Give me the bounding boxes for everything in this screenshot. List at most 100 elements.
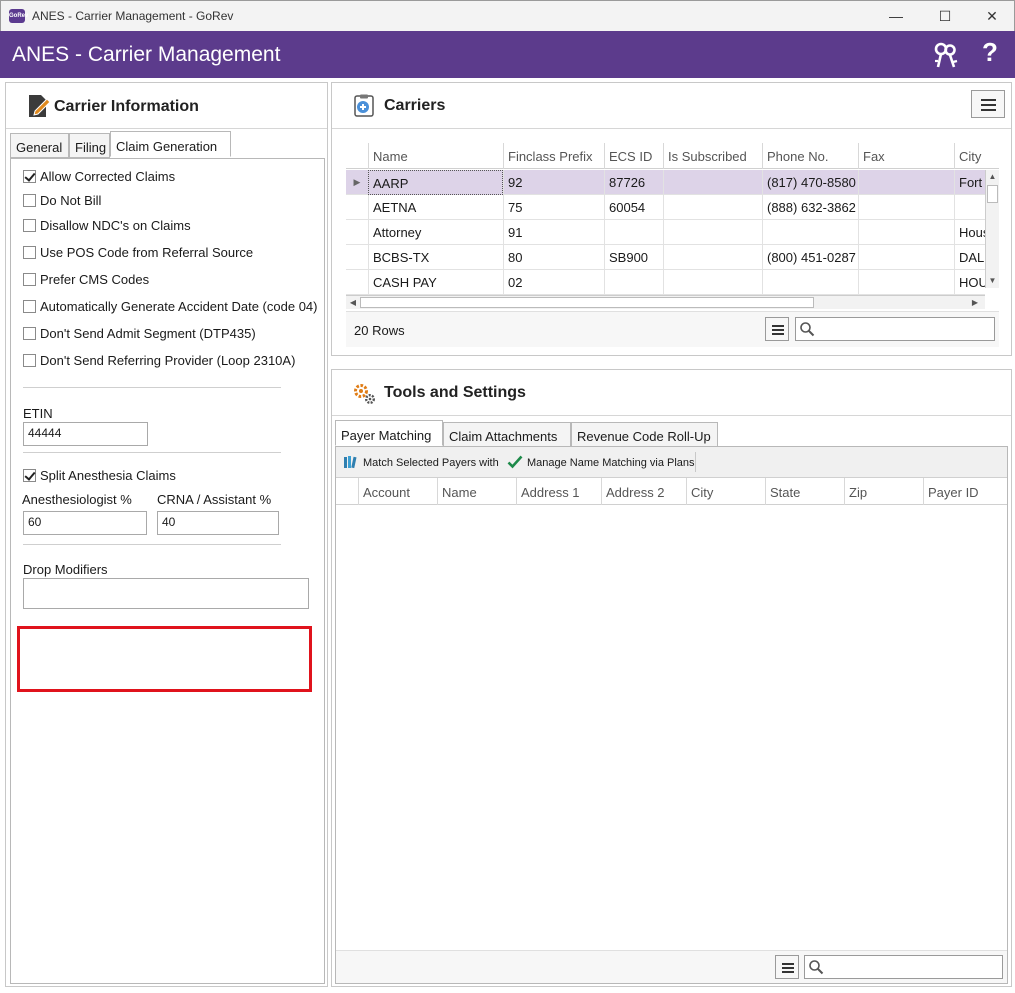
checkbox[interactable]: [23, 469, 36, 482]
table-cell[interactable]: [604, 270, 663, 295]
scroll-thumb[interactable]: [360, 297, 814, 308]
table-cell[interactable]: [858, 270, 954, 295]
tab-filing[interactable]: Filing: [69, 133, 110, 158]
table-row[interactable]: AETNA 75 60054 (888) 632-3862: [346, 195, 985, 220]
table-cell[interactable]: 91: [503, 220, 604, 245]
minimize-button[interactable]: —: [881, 5, 911, 27]
table-cell[interactable]: 92: [503, 170, 604, 195]
horizontal-scrollbar[interactable]: ◀ ▶: [346, 295, 985, 309]
column-header-account[interactable]: Account: [358, 478, 437, 505]
table-cell[interactable]: [858, 220, 954, 245]
column-header-name[interactable]: Name: [437, 478, 516, 505]
table-cell[interactable]: SB900: [604, 245, 663, 270]
option-do-not-bill[interactable]: Do Not Bill: [23, 193, 101, 211]
column-header-city[interactable]: City: [954, 143, 999, 169]
table-cell[interactable]: 80: [503, 245, 604, 270]
tab-general[interactable]: General: [10, 133, 69, 158]
scroll-right-icon[interactable]: ▶: [968, 296, 982, 309]
crna-field[interactable]: 40: [157, 511, 279, 535]
checkbox[interactable]: [23, 246, 36, 259]
option-use-pos-code[interactable]: Use POS Code from Referral Source: [23, 245, 253, 263]
carriers-search-input[interactable]: [818, 320, 990, 338]
table-cell[interactable]: 87726: [604, 170, 663, 195]
column-header-state[interactable]: State: [765, 478, 844, 505]
table-cell[interactable]: [954, 195, 985, 220]
match-selected-payers-button[interactable]: Match Selected Payers with: [343, 452, 499, 472]
checkbox[interactable]: [23, 170, 36, 183]
option-dont-send-admit[interactable]: Don't Send Admit Segment (DTP435): [23, 326, 256, 344]
checkbox[interactable]: [23, 219, 36, 232]
help-icon[interactable]: ?: [982, 37, 998, 68]
checkbox[interactable]: [23, 300, 36, 313]
table-cell[interactable]: (800) 451-0287: [762, 245, 858, 270]
carriers-grid-menu-button[interactable]: [765, 317, 789, 341]
table-cell[interactable]: 75: [503, 195, 604, 220]
etin-field[interactable]: 44444: [23, 422, 148, 446]
table-cell[interactable]: [858, 170, 954, 195]
checkbox[interactable]: [23, 273, 36, 286]
table-cell[interactable]: [604, 220, 663, 245]
column-header-name[interactable]: Name: [368, 143, 503, 169]
anesthesiologist-field[interactable]: 60: [23, 511, 147, 535]
table-cell[interactable]: DALLAS: [954, 245, 985, 270]
checkbox[interactable]: [23, 354, 36, 367]
payer-search-box[interactable]: [804, 955, 1003, 979]
vertical-scrollbar[interactable]: ▲ ▼: [985, 170, 999, 288]
column-header-payer-id[interactable]: Payer ID: [923, 478, 1007, 505]
table-cell[interactable]: HOUSTON: [954, 270, 985, 295]
table-cell[interactable]: Houston: [954, 220, 985, 245]
scroll-left-icon[interactable]: ◀: [346, 296, 360, 309]
column-header-ecs-id[interactable]: ECS ID: [604, 143, 663, 169]
table-cell[interactable]: (888) 632-3862: [762, 195, 858, 220]
keys-icon[interactable]: [932, 41, 960, 69]
tab-claim-generation[interactable]: Claim Generation: [110, 131, 231, 157]
checkbox[interactable]: [23, 194, 36, 207]
drop-modifiers-field[interactable]: [23, 578, 309, 609]
table-row[interactable]: BCBS-TX 80 SB900 (800) 451-0287 DALLAS: [346, 245, 985, 270]
table-cell[interactable]: AETNA: [368, 195, 503, 220]
tab-claim-attachments[interactable]: Claim Attachments: [443, 422, 571, 447]
column-header-fax[interactable]: Fax: [858, 143, 954, 169]
option-allow-corrected-claims[interactable]: Allow Corrected Claims: [23, 169, 175, 187]
column-header-address1[interactable]: Address 1: [516, 478, 601, 505]
table-cell[interactable]: [663, 195, 762, 220]
table-cell[interactable]: [858, 195, 954, 220]
option-dont-send-referring[interactable]: Don't Send Referring Provider (Loop 2310…: [23, 353, 295, 371]
manage-name-matching-button[interactable]: Manage Name Matching via Plans: [507, 452, 695, 472]
scroll-up-icon[interactable]: ▲: [986, 170, 999, 184]
option-split-anesthesia[interactable]: Split Anesthesia Claims: [23, 468, 176, 486]
column-header-city[interactable]: City: [686, 478, 765, 505]
option-disallow-ndc[interactable]: Disallow NDC's on Claims: [23, 218, 191, 236]
table-cell[interactable]: [858, 245, 954, 270]
table-cell[interactable]: [663, 170, 762, 195]
checkbox[interactable]: [23, 327, 36, 340]
table-cell[interactable]: [762, 270, 858, 295]
payer-grid-menu-button[interactable]: [775, 955, 799, 979]
table-cell[interactable]: [663, 270, 762, 295]
column-header-is-subscribed[interactable]: Is Subscribed: [663, 143, 762, 169]
table-cell[interactable]: 60054: [604, 195, 663, 220]
maximize-button[interactable]: ☐: [930, 5, 960, 27]
table-cell[interactable]: (817) 470-8580: [762, 170, 858, 195]
table-row[interactable]: Attorney 91 Houston: [346, 220, 985, 245]
scroll-thumb[interactable]: [987, 185, 998, 203]
table-row[interactable]: CASH PAY 02 HOUSTON: [346, 270, 985, 295]
payer-search-input[interactable]: [827, 958, 998, 976]
tab-payer-matching[interactable]: Payer Matching: [335, 420, 443, 446]
column-header-finclass-prefix[interactable]: Finclass Prefix: [503, 143, 604, 169]
column-header-zip[interactable]: Zip: [844, 478, 923, 505]
column-header-phone[interactable]: Phone No.: [762, 143, 858, 169]
table-cell[interactable]: [663, 220, 762, 245]
column-header-address2[interactable]: Address 2: [601, 478, 686, 505]
table-cell[interactable]: AARP: [368, 170, 503, 195]
option-auto-accident-date[interactable]: Automatically Generate Accident Date (co…: [23, 299, 317, 317]
carriers-search-box[interactable]: [795, 317, 995, 341]
table-cell[interactable]: Fort Worth: [954, 170, 985, 195]
table-cell[interactable]: CASH PAY: [368, 270, 503, 295]
table-cell[interactable]: [663, 245, 762, 270]
tab-revenue-code-roll-up[interactable]: Revenue Code Roll-Up: [571, 422, 718, 447]
table-cell[interactable]: Attorney: [368, 220, 503, 245]
scroll-down-icon[interactable]: ▼: [986, 274, 999, 288]
table-cell[interactable]: BCBS-TX: [368, 245, 503, 270]
table-cell[interactable]: [762, 220, 858, 245]
